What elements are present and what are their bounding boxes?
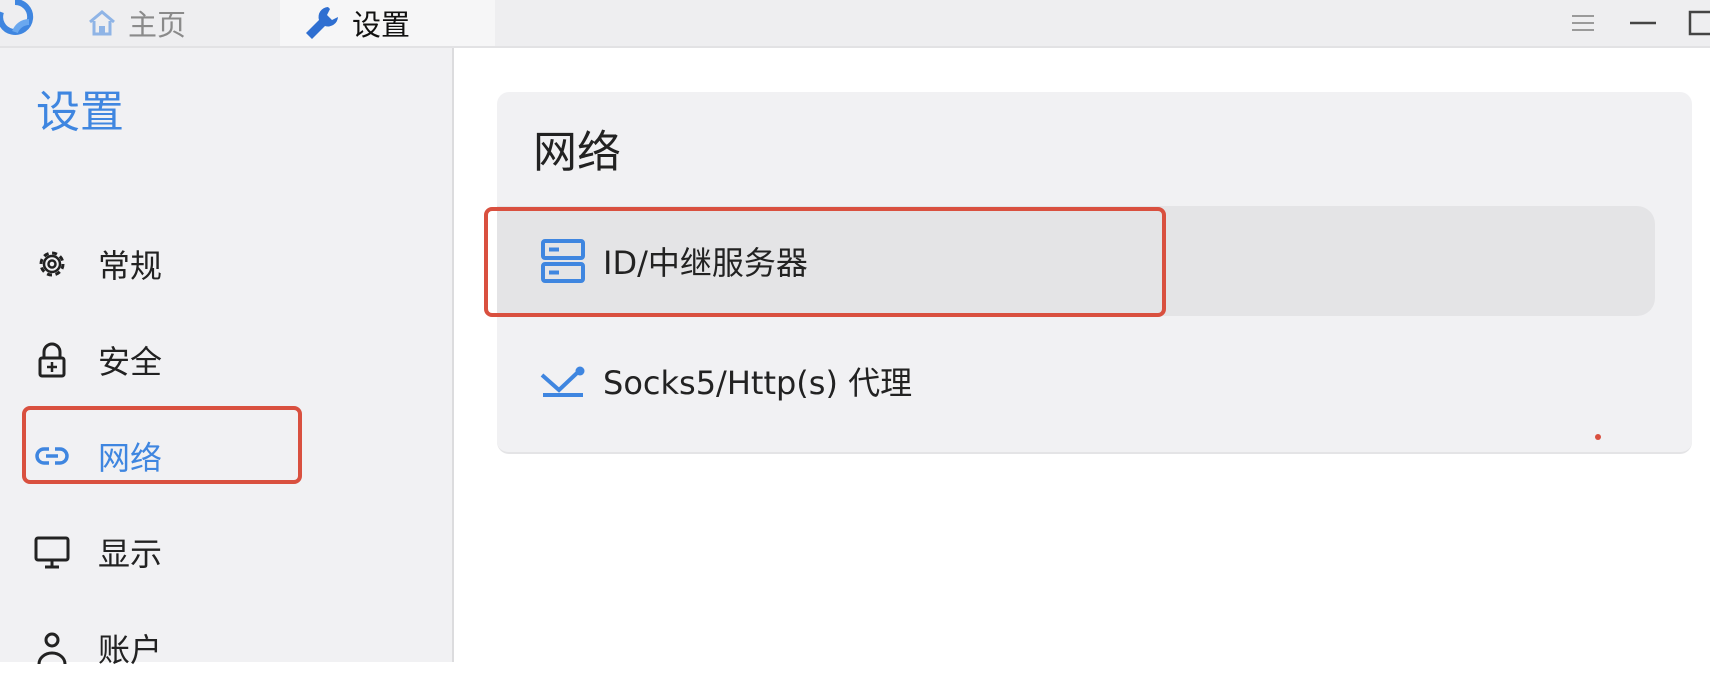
sidebar-item-label: 安全	[98, 343, 163, 381]
sidebar-item-label: 账户	[98, 631, 163, 669]
sidebar-item-label: 显示	[98, 535, 163, 573]
gear-icon	[39, 251, 65, 277]
minimize-icon[interactable]	[1626, 6, 1660, 40]
tab-settings[interactable]: 设置	[280, 0, 495, 46]
title-bar: 主页 设置	[0, 0, 1710, 48]
highlight-box-id-relay	[484, 207, 1166, 317]
annotation-dot	[1595, 434, 1601, 440]
wrench-icon	[306, 7, 338, 39]
proxy-row[interactable]: Socks5/Http(s) 代理	[497, 326, 1655, 436]
maximize-icon[interactable]	[1686, 6, 1710, 40]
tab-home-label: 主页	[128, 8, 187, 42]
sidebar-title: 设置	[36, 87, 124, 138]
tab-settings-label: 设置	[352, 8, 411, 42]
sidebar-item-display[interactable]: 显示	[0, 516, 450, 588]
menu-icon[interactable]	[1566, 6, 1600, 40]
sidebar-item-security[interactable]: 安全	[0, 324, 450, 396]
section-title: 网络	[533, 127, 621, 178]
home-icon	[89, 10, 115, 36]
row-label: Socks5/Http(s) 代理	[603, 364, 913, 402]
sidebar-item-account[interactable]: 账户	[0, 612, 450, 684]
lock-icon	[38, 342, 66, 378]
highlight-box-network	[22, 406, 302, 484]
tab-home[interactable]: 主页	[86, 0, 186, 46]
sidebar-item-label: 常规	[98, 247, 163, 285]
user-icon	[37, 632, 67, 665]
monitor-icon	[34, 536, 70, 569]
sidebar-item-general[interactable]: 常规	[0, 228, 450, 300]
proxy-icon	[540, 366, 585, 397]
app-logo-icon	[0, 0, 34, 35]
settings-sidebar: 设置 常规 安全 网络 显示 账户	[0, 48, 454, 669]
